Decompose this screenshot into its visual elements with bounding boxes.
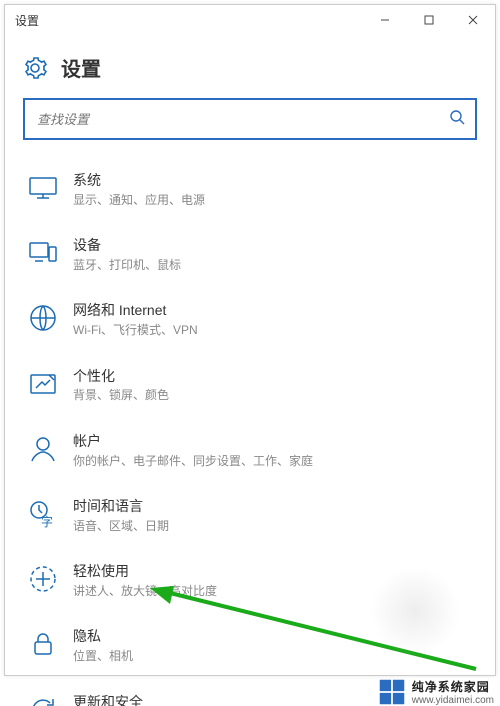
category-accounts[interactable]: 帐户你的帐户、电子邮件、同步设置、工作、家庭 — [5, 417, 495, 482]
category-text: 系统显示、通知、应用、电源 — [73, 172, 205, 207]
window-title: 设置 — [5, 12, 39, 29]
settings-window: 设置 设置 — [4, 4, 496, 676]
accounts-icon — [23, 431, 63, 467]
devices-icon — [23, 235, 63, 271]
watermark: 纯净系统家园 www.yidaimei.com — [378, 678, 494, 706]
category-title: 更新和安全 — [73, 694, 221, 706]
category-text: 更新和安全Windows 更新、恢复、备份 — [73, 694, 221, 706]
category-text: 隐私位置、相机 — [73, 628, 133, 663]
category-title: 帐户 — [73, 433, 313, 450]
close-button[interactable] — [451, 5, 495, 35]
search-input[interactable] — [35, 111, 449, 128]
search-icon — [449, 109, 465, 130]
gear-icon — [23, 56, 47, 80]
category-personalize[interactable]: 个性化背景、锁屏、颜色 — [5, 352, 495, 417]
watermark-url: www.yidaimei.com — [412, 695, 494, 706]
window-titlebar: 设置 — [5, 5, 495, 35]
category-text: 设备蓝牙、打印机、鼠标 — [73, 237, 181, 272]
category-text: 时间和语言语音、区域、日期 — [73, 498, 169, 533]
category-title: 时间和语言 — [73, 498, 169, 515]
category-subtitle: 你的帐户、电子邮件、同步设置、工作、家庭 — [73, 454, 313, 468]
update-icon — [23, 692, 63, 706]
time-lang-icon: 字 — [23, 496, 63, 532]
svg-text:字: 字 — [41, 514, 53, 529]
privacy-icon — [23, 626, 63, 662]
category-title: 系统 — [73, 172, 205, 189]
category-subtitle: 背景、锁屏、颜色 — [73, 388, 169, 402]
minimize-button[interactable] — [363, 5, 407, 35]
maximize-button[interactable] — [407, 5, 451, 35]
category-title: 设备 — [73, 237, 181, 254]
watermark-title: 纯净系统家园 — [412, 678, 494, 695]
globe-icon — [23, 300, 63, 336]
monitor-icon — [23, 170, 63, 206]
category-time-lang[interactable]: 字 时间和语言语音、区域、日期 — [5, 482, 495, 547]
category-subtitle: 蓝牙、打印机、鼠标 — [73, 258, 181, 272]
category-subtitle: Wi-Fi、飞行模式、VPN — [73, 323, 198, 337]
app-title: 设置 — [61, 53, 101, 82]
watermark-logo-icon — [378, 678, 406, 706]
category-text: 帐户你的帐户、电子邮件、同步设置、工作、家庭 — [73, 433, 313, 468]
category-text: 网络和 Internet Wi-Fi、飞行模式、VPN — [73, 302, 198, 337]
category-title: 网络和 Internet — [73, 302, 198, 319]
search-box[interactable] — [23, 98, 477, 140]
category-text: 个性化背景、锁屏、颜色 — [73, 368, 169, 403]
header: 设置 — [5, 35, 495, 92]
category-globe[interactable]: 网络和 Internet Wi-Fi、飞行模式、VPN — [5, 286, 495, 351]
category-title: 隐私 — [73, 628, 133, 645]
window-controls — [363, 5, 495, 35]
category-title: 轻松使用 — [73, 563, 217, 580]
annotation-arrow — [146, 584, 486, 679]
ease-icon — [23, 561, 63, 597]
category-monitor[interactable]: 系统显示、通知、应用、电源 — [5, 156, 495, 221]
category-subtitle: 位置、相机 — [73, 649, 133, 663]
personalize-icon — [23, 366, 63, 402]
category-subtitle: 显示、通知、应用、电源 — [73, 193, 205, 207]
category-subtitle: 语音、区域、日期 — [73, 519, 169, 533]
category-title: 个性化 — [73, 368, 169, 385]
category-devices[interactable]: 设备蓝牙、打印机、鼠标 — [5, 221, 495, 286]
